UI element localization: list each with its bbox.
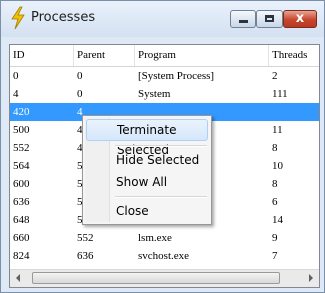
menu-separator — [115, 196, 207, 198]
close-button[interactable]: x — [283, 10, 317, 28]
cell-program: [System Process] — [138, 70, 215, 82]
cell-threads: 8 — [272, 178, 278, 190]
table-row[interactable]: 824 636 svchost.exe 7 — [10, 247, 319, 265]
column-header-threads[interactable]: Threads — [269, 45, 319, 66]
menu-item-close[interactable]: Close — [86, 200, 208, 222]
maximize-button[interactable] — [256, 10, 283, 28]
cell-id: 636 — [13, 196, 30, 208]
cell-threads: 111 — [272, 88, 288, 100]
cell-id: 552 — [13, 142, 30, 154]
cell-program: lsm.exe — [138, 232, 172, 244]
cell-threads: 10 — [272, 160, 283, 172]
menu-item-show-all[interactable]: Show All — [86, 171, 208, 193]
cell-parent: 636 — [77, 250, 94, 262]
cell-parent: 0 — [77, 88, 83, 100]
cell-id: 4 — [13, 88, 19, 100]
column-header-program[interactable]: Program — [135, 45, 269, 66]
table-row[interactable]: 0 0 [System Process] 2 — [10, 67, 319, 85]
minimize-icon — [239, 20, 248, 23]
minimize-button[interactable] — [230, 10, 256, 28]
cell-id: 420 — [13, 106, 30, 118]
scroll-left-icon[interactable] — [16, 274, 20, 282]
cell-threads: 11 — [272, 124, 283, 136]
close-icon: x — [295, 11, 305, 26]
cell-parent: 552 — [77, 232, 94, 244]
column-header-parent[interactable]: Parent — [74, 45, 135, 66]
scroll-thumb[interactable] — [32, 272, 280, 284]
cell-program: System — [138, 88, 171, 100]
cell-threads: 14 — [272, 214, 283, 226]
cell-threads — [269, 103, 319, 121]
cell-threads: 6 — [272, 196, 278, 208]
table-row[interactable]: 4 0 System 111 — [10, 85, 319, 103]
window-title: Processes — [31, 10, 96, 25]
cell-threads: 8 — [272, 142, 278, 154]
cell-id: 648 — [13, 214, 30, 226]
menu-item-terminate-selected[interactable]: Terminate Selected — [86, 119, 208, 157]
column-header-id[interactable]: ID — [10, 45, 74, 66]
table-row[interactable]: 660 552 lsm.exe 9 — [10, 229, 319, 247]
cell-parent: 0 — [77, 70, 83, 82]
maximize-icon — [265, 15, 274, 22]
scroll-right-icon[interactable] — [309, 274, 313, 282]
list-header: ID Parent Program Threads — [10, 45, 319, 67]
lightning-icon — [11, 6, 25, 30]
title-bar[interactable]: Processes x — [1, 1, 324, 37]
cell-id: 600 — [13, 178, 30, 190]
cell-id: 824 — [13, 250, 30, 262]
cell-id: 660 — [13, 232, 30, 244]
menu-separator — [115, 145, 207, 147]
cell-id: 0 — [13, 70, 19, 82]
cell-id: 564 — [13, 160, 30, 172]
context-menu: Terminate Selected Hide Selected Show Al… — [82, 115, 212, 225]
horizontal-scrollbar[interactable] — [10, 269, 319, 287]
processes-window: Processes x ID Parent Program Threads 00… — [0, 0, 325, 293]
cell-threads: 9 — [272, 232, 278, 244]
cell-threads: 2 — [272, 70, 278, 82]
cell-program: svchost.exe — [138, 250, 190, 262]
cell-threads: 7 — [272, 250, 278, 262]
cell-id: 500 — [13, 124, 30, 136]
menu-item-hide-selected[interactable]: Hide Selected — [86, 149, 208, 171]
